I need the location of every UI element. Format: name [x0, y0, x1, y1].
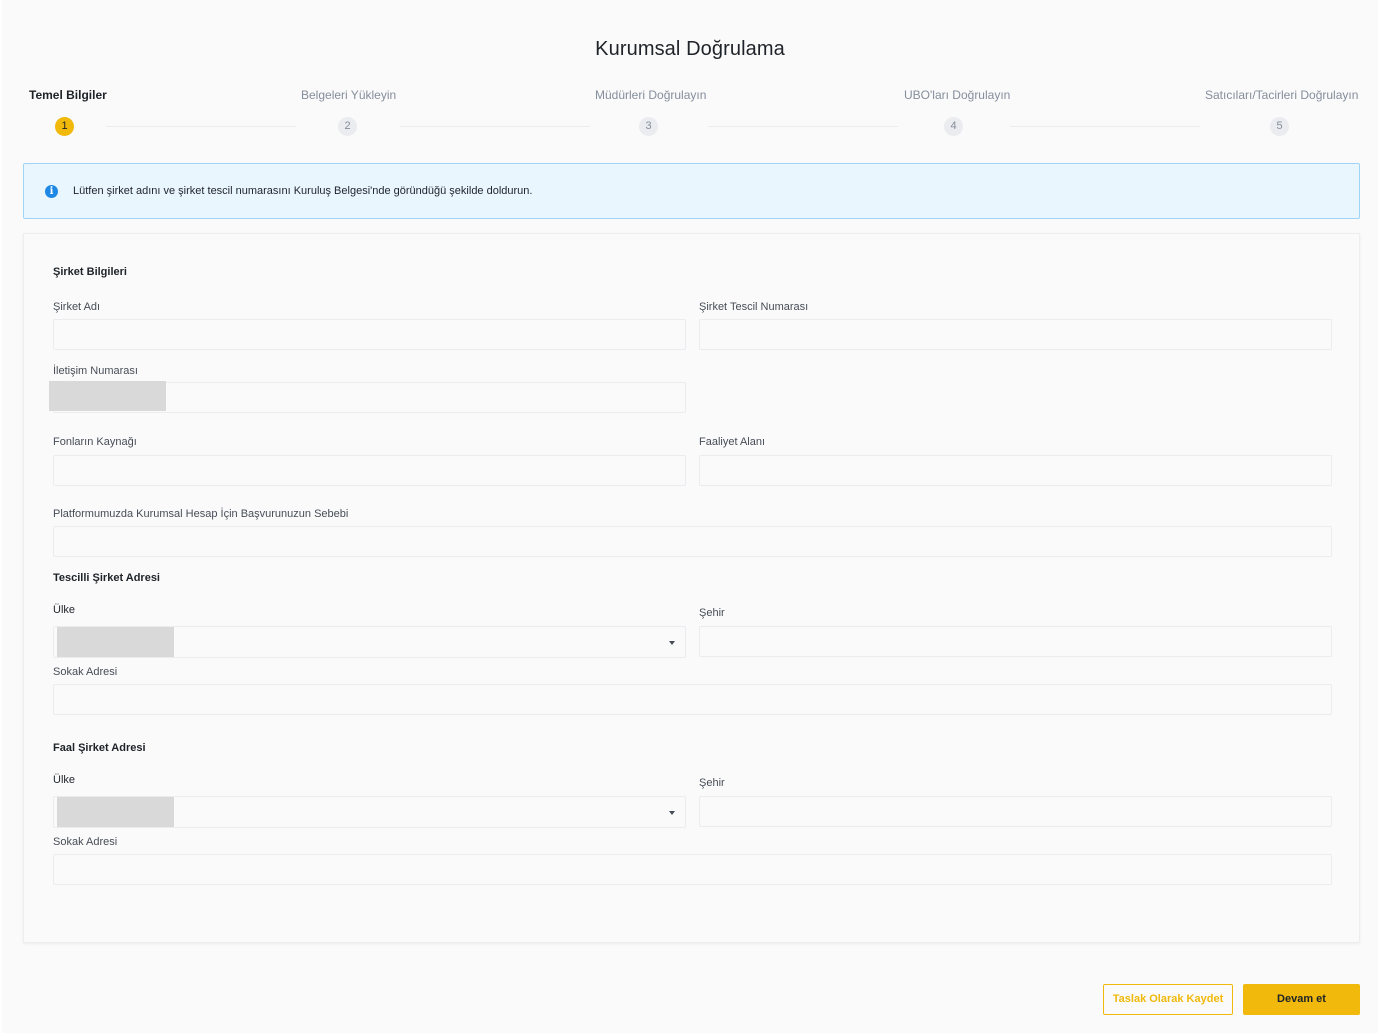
- application-reason-input[interactable]: [54, 527, 1331, 556]
- info-banner-text: Lütfen şirket adını ve şirket tescil num…: [73, 185, 533, 197]
- step-1-indicator[interactable]: 1: [55, 117, 74, 136]
- registered-country-label: Ülke: [53, 604, 76, 616]
- source-of-funds-label: Fonların Kaynağı: [53, 436, 137, 448]
- chevron-down-icon: [669, 811, 675, 815]
- continue-button[interactable]: Devam et: [1243, 984, 1360, 1015]
- registration-number-input[interactable]: [700, 320, 1331, 349]
- step-1-label: Temel Bilgiler: [29, 88, 107, 102]
- section-title-company-info: Şirket Bilgileri: [53, 266, 127, 278]
- step-4-indicator[interactable]: 4: [944, 117, 963, 136]
- step-connector: [106, 126, 296, 127]
- registration-number-label: Şirket Tescil Numarası: [699, 301, 809, 313]
- operating-city-label: Şehir: [699, 777, 725, 789]
- company-name-field[interactable]: [53, 319, 686, 350]
- business-area-label: Faaliyet Alanı: [699, 436, 766, 448]
- company-name-input[interactable]: [54, 320, 685, 349]
- step-2-label: Belgeleri Yükleyin: [301, 88, 397, 102]
- registered-country-select[interactable]: [53, 626, 686, 658]
- operating-street-label: Sokak Adresi: [53, 836, 118, 848]
- step-5-label: Satıcıları/Tacirleri Doğrulayın: [1205, 88, 1359, 102]
- registration-number-field[interactable]: [699, 319, 1332, 350]
- form-card: Şirket Bilgileri Şirket Adı Şirket Tesci…: [23, 233, 1360, 943]
- step-connector: [708, 126, 898, 127]
- chevron-down-icon: [669, 641, 675, 645]
- business-area-field[interactable]: [699, 455, 1332, 486]
- step-connector: [400, 126, 590, 127]
- registered-street-field[interactable]: [53, 684, 1332, 715]
- operating-street-field[interactable]: [53, 854, 1332, 885]
- page-title: Kurumsal Doğrulama: [595, 38, 785, 60]
- step-3-indicator[interactable]: 3: [639, 117, 658, 136]
- step-2-indicator[interactable]: 2: [338, 117, 357, 136]
- business-area-input[interactable]: [700, 456, 1331, 485]
- registered-city-label: Şehir: [699, 607, 725, 619]
- application-reason-label: Platformumuzda Kurumsal Hesap İçin Başvu…: [53, 508, 349, 520]
- application-reason-field[interactable]: [53, 526, 1332, 557]
- step-4-label: UBO'ları Doğrulayın: [904, 88, 1011, 102]
- operating-city-input[interactable]: [700, 797, 1331, 826]
- operating-country-select[interactable]: [53, 796, 686, 828]
- operating-street-input[interactable]: [54, 855, 1331, 884]
- redacted-country-value: [57, 627, 174, 657]
- step-connector: [1010, 126, 1200, 127]
- step-5-indicator[interactable]: 5: [1270, 117, 1289, 136]
- registered-city-input[interactable]: [700, 627, 1331, 656]
- step-3-label: Müdürleri Doğrulayın: [595, 88, 707, 102]
- source-of-funds-input[interactable]: [54, 456, 685, 485]
- registered-street-input[interactable]: [54, 685, 1331, 714]
- save-draft-button[interactable]: Taslak Olarak Kaydet: [1103, 984, 1233, 1015]
- redacted-country-value: [57, 797, 174, 827]
- source-of-funds-field[interactable]: [53, 455, 686, 486]
- info-icon: i: [45, 185, 58, 198]
- section-title-registered-address: Tescilli Şirket Adresi: [53, 572, 160, 584]
- company-name-label: Şirket Adı: [53, 301, 101, 313]
- operating-city-field[interactable]: [699, 796, 1332, 827]
- section-title-operating-address: Faal Şirket Adresi: [53, 742, 146, 754]
- redacted-country-code: [49, 381, 166, 411]
- registered-street-label: Sokak Adresi: [53, 666, 118, 678]
- operating-country-label: Ülke: [53, 774, 76, 786]
- info-banner: i Lütfen şirket adını ve şirket tescil n…: [23, 163, 1360, 219]
- registered-city-field[interactable]: [699, 626, 1332, 657]
- contact-number-label: İletişim Numarası: [53, 365, 138, 377]
